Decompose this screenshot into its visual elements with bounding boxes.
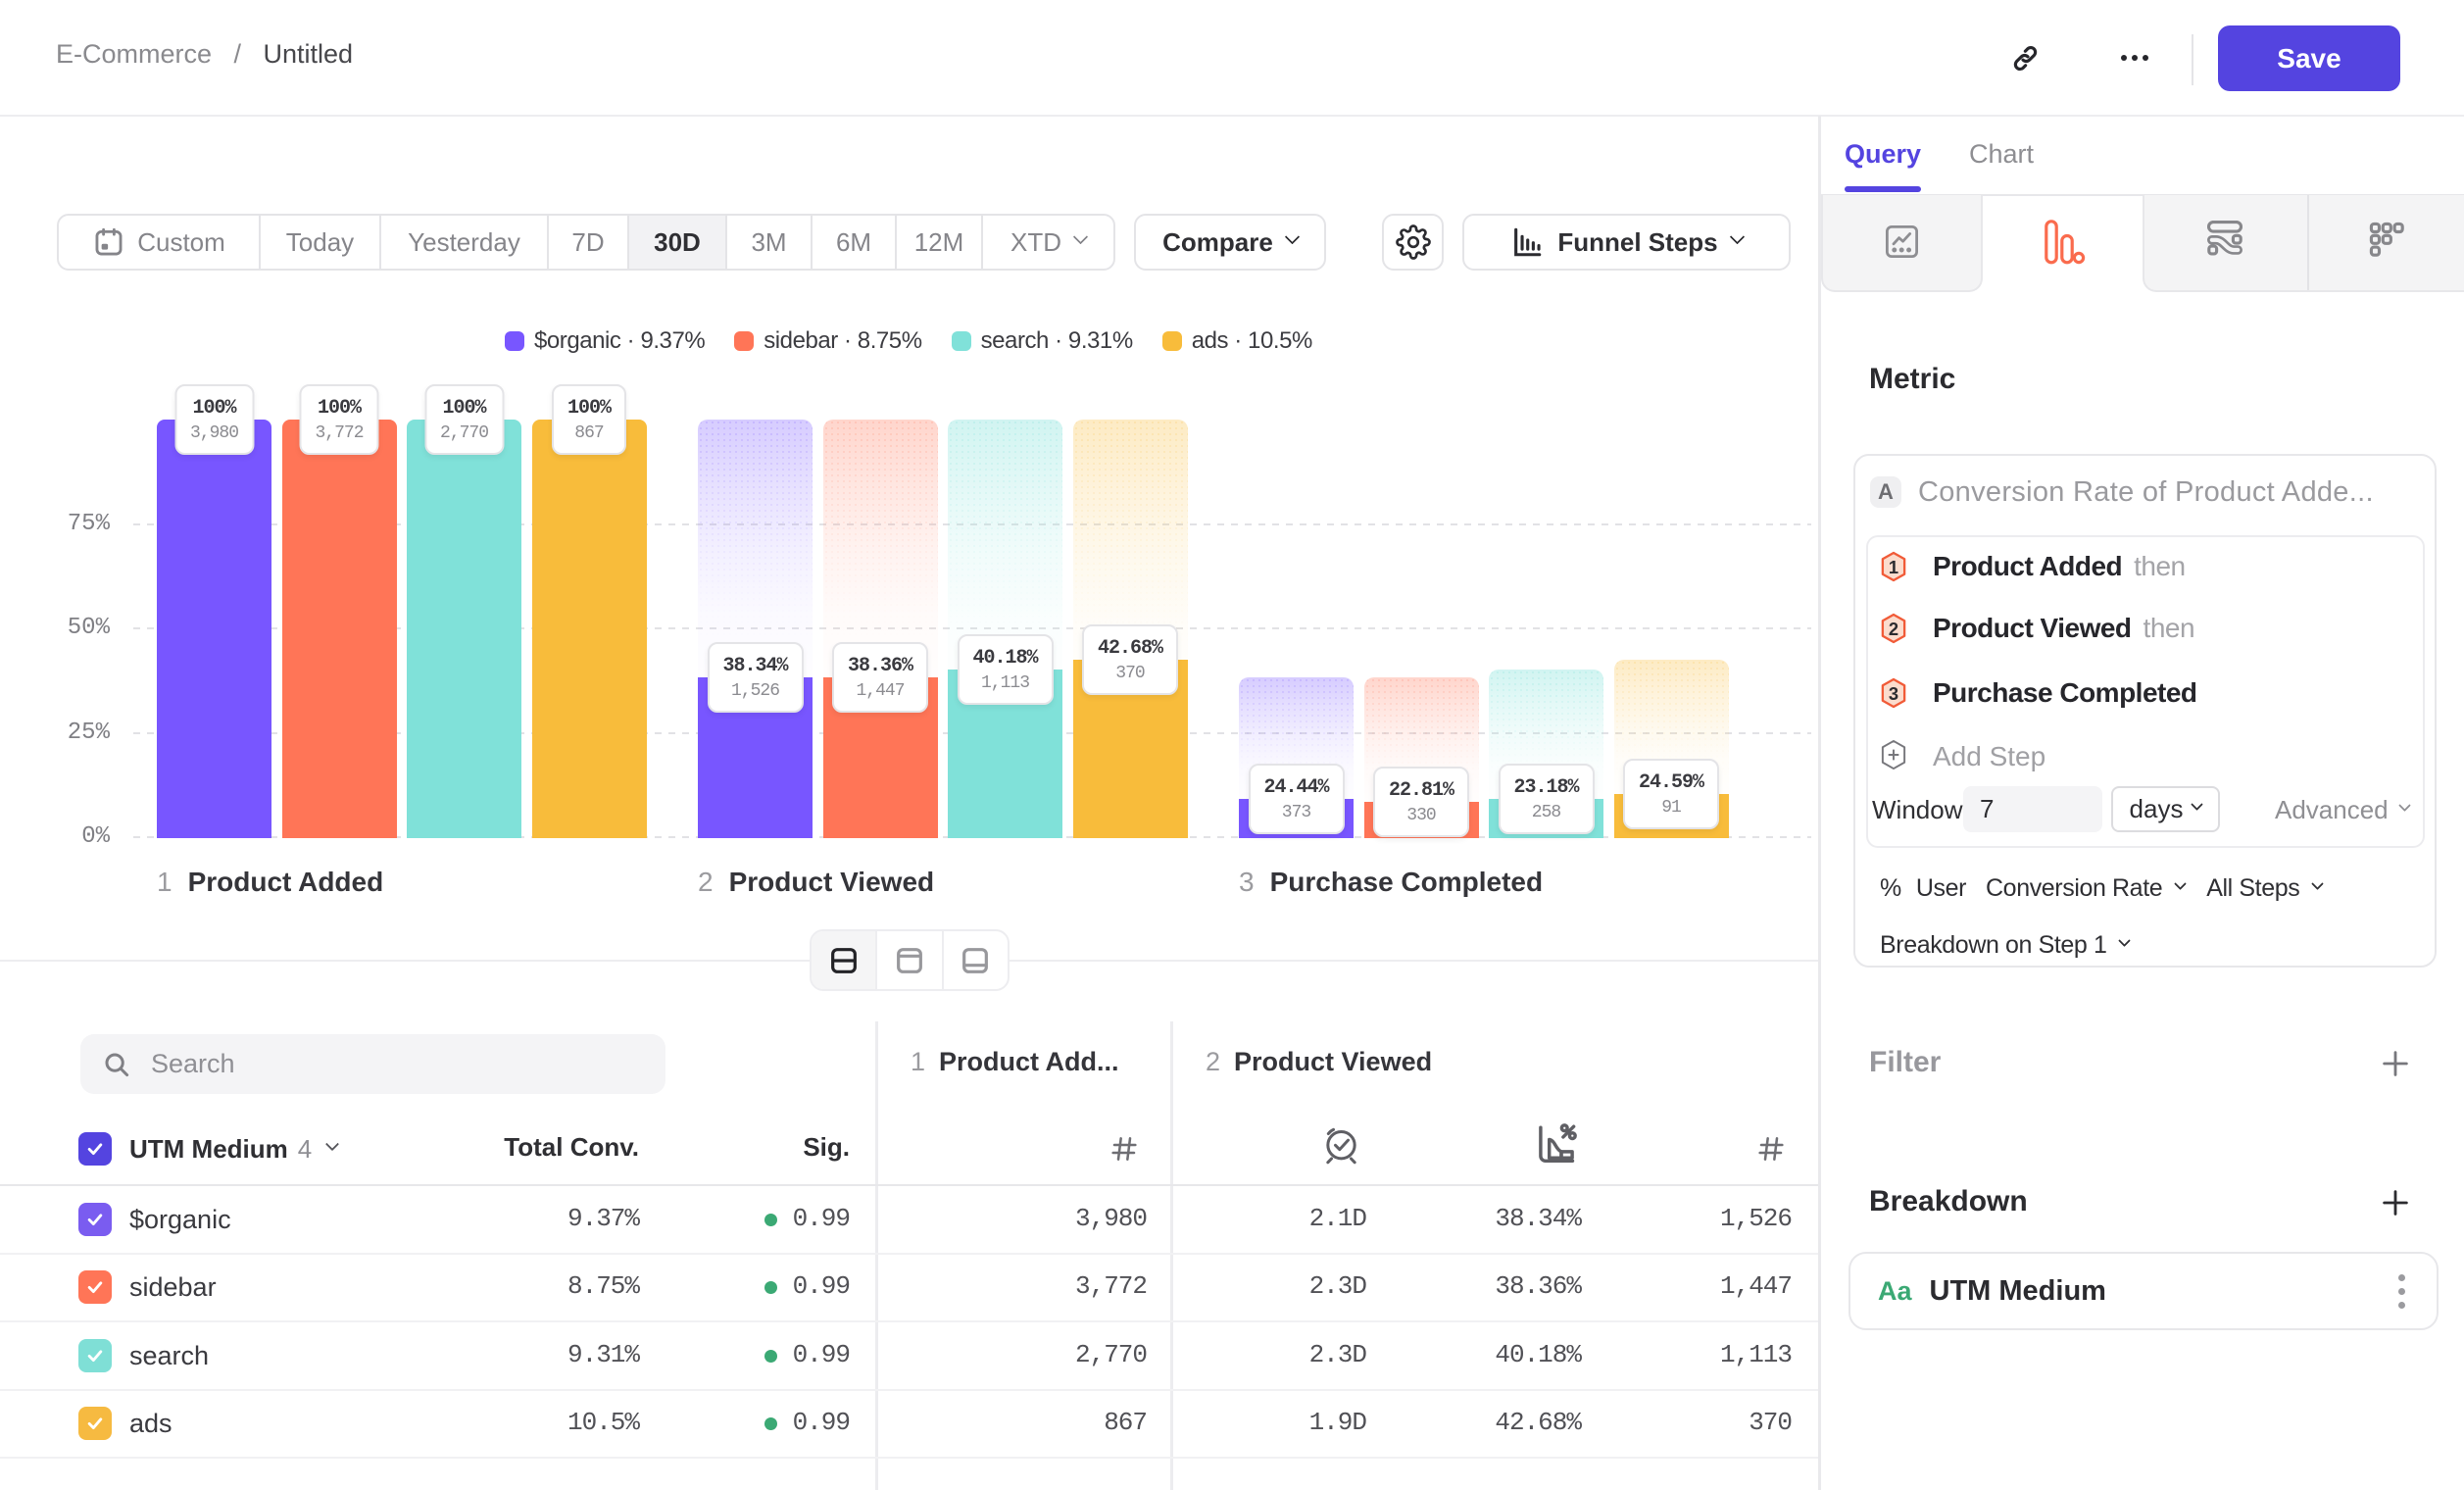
svg-text:2: 2 bbox=[1889, 619, 1898, 639]
svg-text:3: 3 bbox=[1889, 683, 1898, 704]
svg-text:1: 1 bbox=[1889, 557, 1898, 577]
